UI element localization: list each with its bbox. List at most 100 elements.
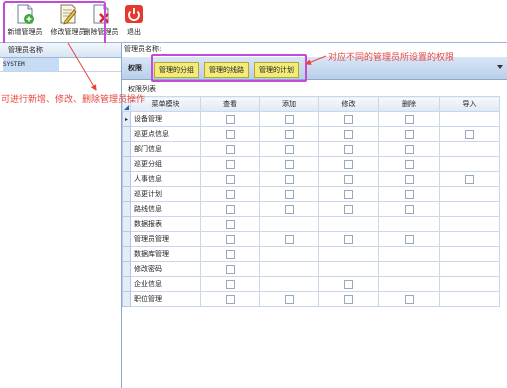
table-row[interactable]: 修改密码 xyxy=(122,261,500,277)
view-checkbox[interactable] xyxy=(225,174,235,184)
view-checkbox[interactable] xyxy=(225,294,235,304)
edit-checkbox[interactable] xyxy=(344,234,353,244)
import-cell xyxy=(439,201,500,217)
add-checkbox[interactable] xyxy=(284,189,294,199)
add-checkbox[interactable] xyxy=(284,129,294,139)
module-name-cell: 企业信息 xyxy=(130,276,201,292)
delete-checkbox[interactable] xyxy=(404,174,414,184)
add-checkbox[interactable] xyxy=(284,159,294,169)
row-selector[interactable] xyxy=(122,291,131,307)
row-selector[interactable] xyxy=(122,216,131,232)
import-cell xyxy=(439,261,500,277)
delete-checkbox[interactable] xyxy=(404,144,414,154)
module-name-cell: 部门信息 xyxy=(130,141,201,157)
delete-cell xyxy=(378,276,440,292)
table-row[interactable]: 企业信息 xyxy=(122,276,500,292)
view-checkbox[interactable] xyxy=(225,279,235,289)
view-cell xyxy=(200,231,260,247)
view-checkbox[interactable] xyxy=(225,234,235,244)
row-selector[interactable] xyxy=(122,126,131,142)
table-row[interactable]: 部门信息 xyxy=(122,141,500,157)
view-checkbox[interactable] xyxy=(225,129,235,139)
edit-cell xyxy=(318,201,379,217)
edit-checkbox[interactable] xyxy=(344,114,353,124)
view-cell xyxy=(200,291,260,307)
delete-checkbox[interactable] xyxy=(404,114,414,124)
chevron-down-icon[interactable] xyxy=(497,65,503,69)
toolbar-annotation: 可进行新增、修改、删除管理员操作 xyxy=(1,95,146,105)
row-selector[interactable] xyxy=(122,156,131,172)
row-selector[interactable]: ▸ xyxy=(122,111,131,127)
module-name-cell: 人事信息 xyxy=(130,171,201,187)
table-row[interactable]: 路线信息 xyxy=(122,201,500,217)
edit-cell xyxy=(318,171,379,187)
edit-cell xyxy=(318,141,379,157)
col-header-import[interactable]: 导入 xyxy=(439,96,500,112)
view-checkbox[interactable] xyxy=(225,249,235,259)
toolbar: 新增管理员 修改管理员 删除管理员 退出 xyxy=(0,0,507,46)
delete-checkbox[interactable] xyxy=(404,204,414,214)
delete-checkbox[interactable] xyxy=(404,129,414,139)
row-selector[interactable] xyxy=(122,171,131,187)
table-row[interactable]: 巡更点信息 xyxy=(122,126,500,142)
table-row[interactable]: ▸ 设备管理 xyxy=(122,111,500,127)
select-all-icon xyxy=(124,105,129,110)
delete-checkbox[interactable] xyxy=(404,189,414,199)
view-cell xyxy=(200,171,260,187)
add-checkbox[interactable] xyxy=(284,294,294,304)
view-checkbox[interactable] xyxy=(225,204,235,214)
add-checkbox[interactable] xyxy=(284,234,294,244)
add-cell xyxy=(259,126,319,142)
edit-checkbox[interactable] xyxy=(344,144,353,154)
edit-checkbox[interactable] xyxy=(344,204,353,214)
edit-checkbox[interactable] xyxy=(344,174,353,184)
col-header-view[interactable]: 查看 xyxy=(200,96,260,112)
col-header-delete[interactable]: 删除 xyxy=(378,96,440,112)
edit-cell xyxy=(318,261,379,277)
row-selector[interactable] xyxy=(122,276,131,292)
import-checkbox[interactable] xyxy=(465,129,474,139)
import-checkbox[interactable] xyxy=(465,174,474,184)
row-selector[interactable] xyxy=(122,246,131,262)
view-checkbox[interactable] xyxy=(225,189,235,199)
view-checkbox[interactable] xyxy=(225,114,235,124)
col-header-add[interactable]: 添加 xyxy=(259,96,319,112)
table-row[interactable]: 数据库管理 xyxy=(122,246,500,262)
add-checkbox[interactable] xyxy=(284,144,294,154)
edit-checkbox[interactable] xyxy=(344,159,353,169)
delete-checkbox[interactable] xyxy=(404,294,414,304)
add-checkbox[interactable] xyxy=(284,174,294,184)
permission-grid: 菜单模块 查看 添加 修改 删除 导入 ▸ 设备管理 巡更点信息 部门信息 巡更分组 人事… xyxy=(122,96,500,307)
delete-checkbox[interactable] xyxy=(404,159,414,169)
view-checkbox[interactable] xyxy=(225,159,235,169)
view-checkbox[interactable] xyxy=(225,264,235,274)
add-checkbox[interactable] xyxy=(284,204,294,214)
table-row[interactable]: 职位管理 xyxy=(122,291,500,307)
exit-button[interactable]: 退出 xyxy=(123,2,145,40)
row-selector[interactable] xyxy=(122,186,131,202)
table-row[interactable]: 数据报表 xyxy=(122,216,500,232)
edit-checkbox[interactable] xyxy=(344,279,353,289)
table-row[interactable]: 管理员管理 xyxy=(122,231,500,247)
row-selector[interactable] xyxy=(122,261,131,277)
tab-permission[interactable]: 权限 xyxy=(128,63,142,73)
admin-list-row[interactable]: SYSTEM xyxy=(0,58,121,72)
table-row[interactable]: 巡更分组 xyxy=(122,156,500,172)
edit-checkbox[interactable] xyxy=(344,129,353,139)
row-selector[interactable] xyxy=(122,201,131,217)
edit-checkbox[interactable] xyxy=(344,294,353,304)
col-header-edit[interactable]: 修改 xyxy=(318,96,379,112)
view-checkbox[interactable] xyxy=(225,144,235,154)
row-selector[interactable] xyxy=(122,231,131,247)
add-cell xyxy=(259,201,319,217)
view-checkbox[interactable] xyxy=(225,219,235,229)
add-checkbox[interactable] xyxy=(284,114,294,124)
table-row[interactable]: 巡更计划 xyxy=(122,186,500,202)
edit-cell xyxy=(318,126,379,142)
edit-checkbox[interactable] xyxy=(344,189,353,199)
table-row[interactable]: 人事信息 xyxy=(122,171,500,187)
row-selector[interactable] xyxy=(122,141,131,157)
delete-checkbox[interactable] xyxy=(404,234,414,244)
edit-cell xyxy=(318,246,379,262)
delete-cell xyxy=(378,141,440,157)
